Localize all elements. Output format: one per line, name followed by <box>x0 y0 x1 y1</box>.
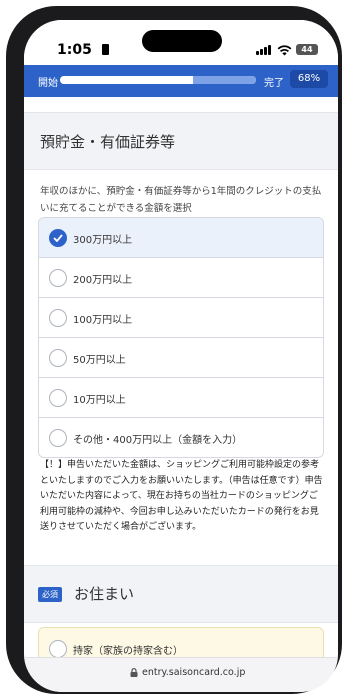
option-label: 50万円以上 <box>73 355 126 366</box>
progress-fill <box>60 76 193 84</box>
option-label: その他・400万円以上（金額を入力） <box>73 435 243 446</box>
option-300man[interactable]: 300万円以上 <box>39 218 323 257</box>
required-badge: 必須 <box>38 587 62 602</box>
address-section-title: お住まい <box>74 585 135 603</box>
option-50man[interactable]: 50万円以上 <box>39 337 323 377</box>
browser-url-bar[interactable]: entry.saisoncard.co.jp <box>24 657 338 692</box>
wifi-icon <box>277 45 292 56</box>
status-time: 1:05 <box>57 42 92 58</box>
form-content: 預貯金・有価証券等 年収のほかに、預貯金・有価証券等から1年間のクレジットの支払… <box>24 97 338 669</box>
option-label: 10万円以上 <box>73 395 126 406</box>
screen: 1:05 44 開始 完了 68% 預貯金・有価証券等 年収のほかに、預貯金・有… <box>24 20 338 692</box>
radio-checked-icon <box>49 229 67 247</box>
address-section-header: 必須 お住まい <box>24 565 338 623</box>
option-other-amount[interactable]: その他・400万円以上（金額を入力） <box>39 417 323 457</box>
radio-unchecked-icon <box>49 349 67 367</box>
radio-unchecked-icon <box>49 640 67 658</box>
option-label: 持家（家族の持家含む） <box>73 646 183 657</box>
progress-end-label: 完了 <box>264 78 284 89</box>
progress-track <box>60 76 256 84</box>
cellular-signal-icon <box>256 45 272 55</box>
radio-unchecked-icon <box>49 269 67 287</box>
phone-frame: 1:05 44 開始 完了 68% 預貯金・有価証券等 年収のほかに、預貯金・有… <box>6 6 342 694</box>
dynamic-island <box>142 30 222 52</box>
savings-description: 年収のほかに、預貯金・有価証券等から1年間のクレジットの支払いに充てることができ… <box>40 186 322 214</box>
savings-section-title: 預貯金・有価証券等 <box>40 133 176 151</box>
radio-unchecked-icon <box>49 429 67 447</box>
option-label: 300万円以上 <box>73 235 133 246</box>
radio-unchecked-icon <box>49 309 67 327</box>
progress-start-label: 開始 <box>38 78 58 89</box>
savings-options: 300万円以上 200万円以上 100万円以上 50万円以上 10万円以上 その… <box>38 217 324 458</box>
progress-percent-badge: 68% <box>290 70 328 88</box>
option-label: 100万円以上 <box>73 315 133 326</box>
option-10man[interactable]: 10万円以上 <box>39 377 323 417</box>
option-label: 200万円以上 <box>73 275 133 286</box>
option-200man[interactable]: 200万円以上 <box>39 257 323 297</box>
status-bar: 1:05 44 <box>24 20 338 64</box>
url-text: entry.saisoncard.co.jp <box>142 667 246 678</box>
battery-indicator: 44 <box>296 44 318 55</box>
option-100man[interactable]: 100万円以上 <box>39 297 323 337</box>
progress-remaining <box>193 76 256 84</box>
savings-note: 【！】申告いただいた金額は、ショッピングご利用可能枠設定の参考といたしますのでご… <box>40 460 323 532</box>
sim-card-icon <box>102 44 109 55</box>
radio-unchecked-icon <box>49 389 67 407</box>
progress-header: 開始 完了 68% <box>24 65 338 97</box>
lock-icon <box>130 668 138 677</box>
savings-section-header: 預貯金・有価証券等 <box>24 112 338 170</box>
